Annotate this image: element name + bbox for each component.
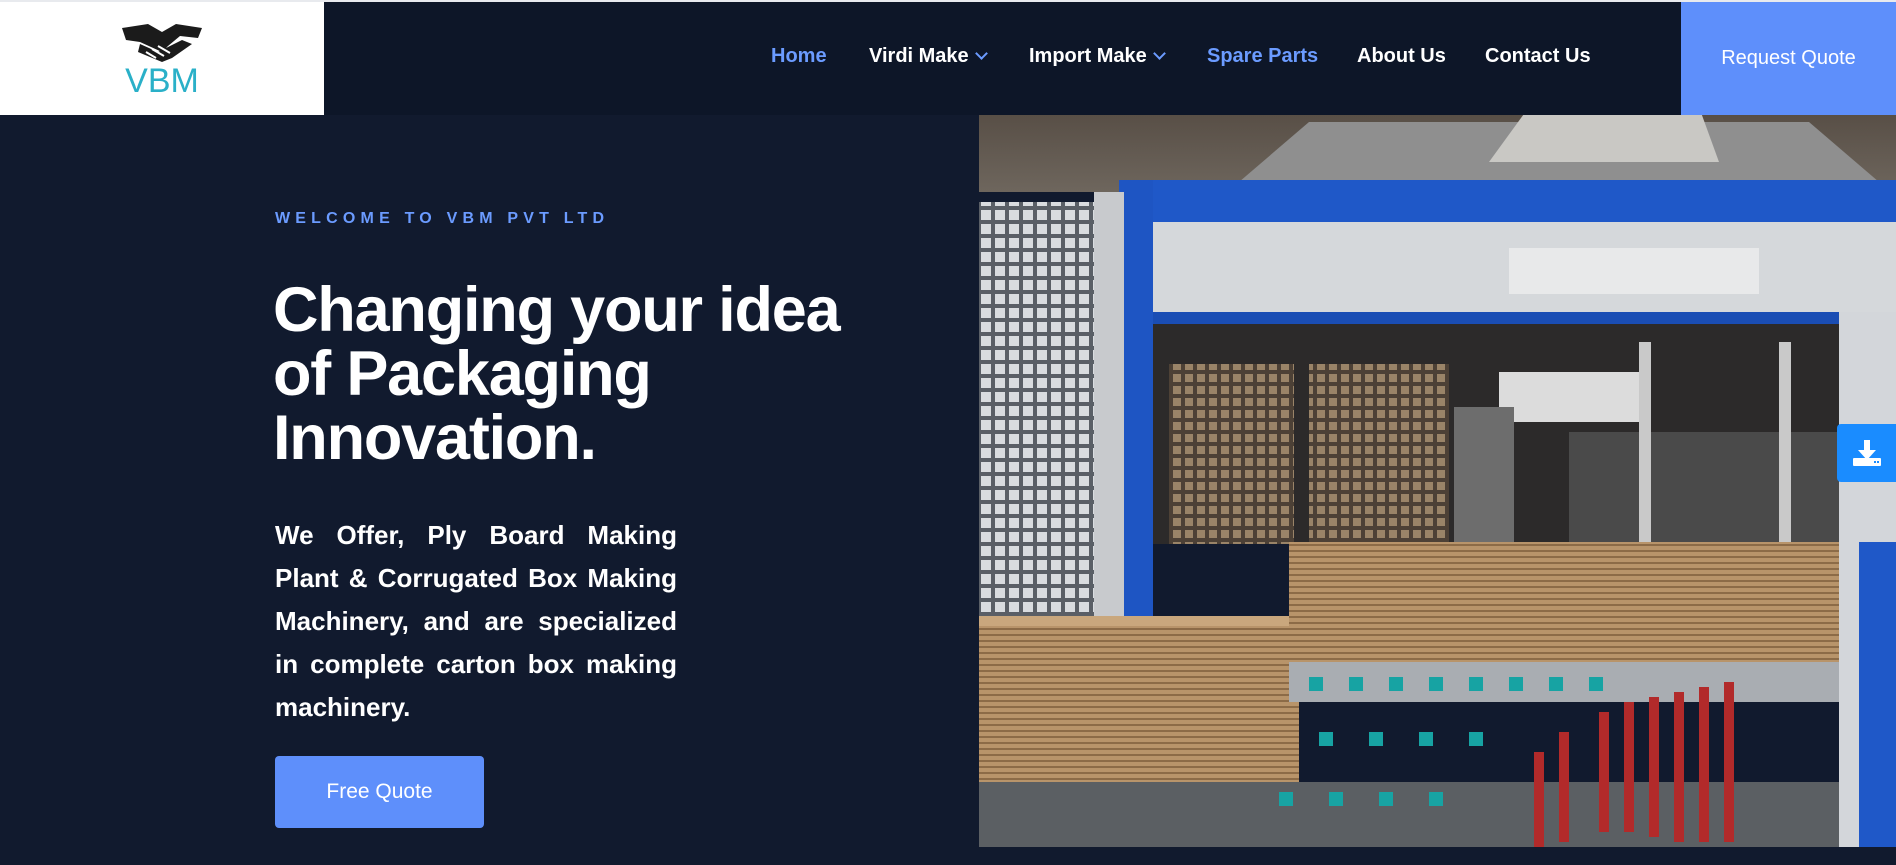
hero-machine-image bbox=[979, 12, 1896, 847]
free-quote-label: Free Quote bbox=[326, 780, 433, 803]
nav-about-us[interactable]: About Us bbox=[1357, 36, 1446, 76]
nav-virdi-make[interactable]: Virdi Make bbox=[869, 36, 988, 76]
nav-contact-us[interactable]: Contact Us bbox=[1485, 36, 1591, 76]
free-quote-button[interactable]: Free Quote bbox=[275, 756, 484, 828]
nav-virdi-make-label: Virdi Make bbox=[869, 45, 969, 67]
nav-spare-parts-label: Spare Parts bbox=[1207, 45, 1319, 67]
handshake-logo-icon: VBM bbox=[122, 24, 202, 96]
headline-line-1: Changing your idea bbox=[273, 275, 841, 345]
nav-about-us-label: About Us bbox=[1357, 45, 1446, 67]
chevron-down-icon bbox=[1152, 47, 1166, 60]
nav-import-make-label: Import Make bbox=[1029, 45, 1147, 67]
site-header: VBM Home Virdi Make Import Make Spare Pa… bbox=[0, 2, 1896, 115]
nav-contact-us-label: Contact Us bbox=[1485, 45, 1591, 67]
request-quote-button[interactable]: Request Quote bbox=[1681, 2, 1896, 115]
download-button[interactable] bbox=[1837, 424, 1896, 482]
hero-eyebrow: WELCOME TO VBM PVT LTD bbox=[275, 210, 610, 227]
headline-line-3: Innovation. bbox=[273, 403, 597, 473]
logo[interactable]: VBM bbox=[0, 2, 324, 115]
hero-description: We Offer, Ply Board Making Plant & Corru… bbox=[275, 520, 677, 722]
nav-home[interactable]: Home bbox=[771, 36, 827, 76]
headline-line-2: of Packaging bbox=[273, 339, 652, 409]
svg-text:VBM: VBM bbox=[125, 62, 199, 96]
hero-headline: Changing your idea of Packaging Innovati… bbox=[273, 278, 973, 470]
download-icon bbox=[1852, 440, 1881, 466]
nav-import-make[interactable]: Import Make bbox=[1029, 36, 1166, 76]
nav-home-label: Home bbox=[771, 45, 827, 67]
nav-spare-parts[interactable]: Spare Parts bbox=[1207, 36, 1318, 76]
chevron-down-icon bbox=[974, 47, 988, 60]
request-quote-label: Request Quote bbox=[1721, 47, 1856, 69]
